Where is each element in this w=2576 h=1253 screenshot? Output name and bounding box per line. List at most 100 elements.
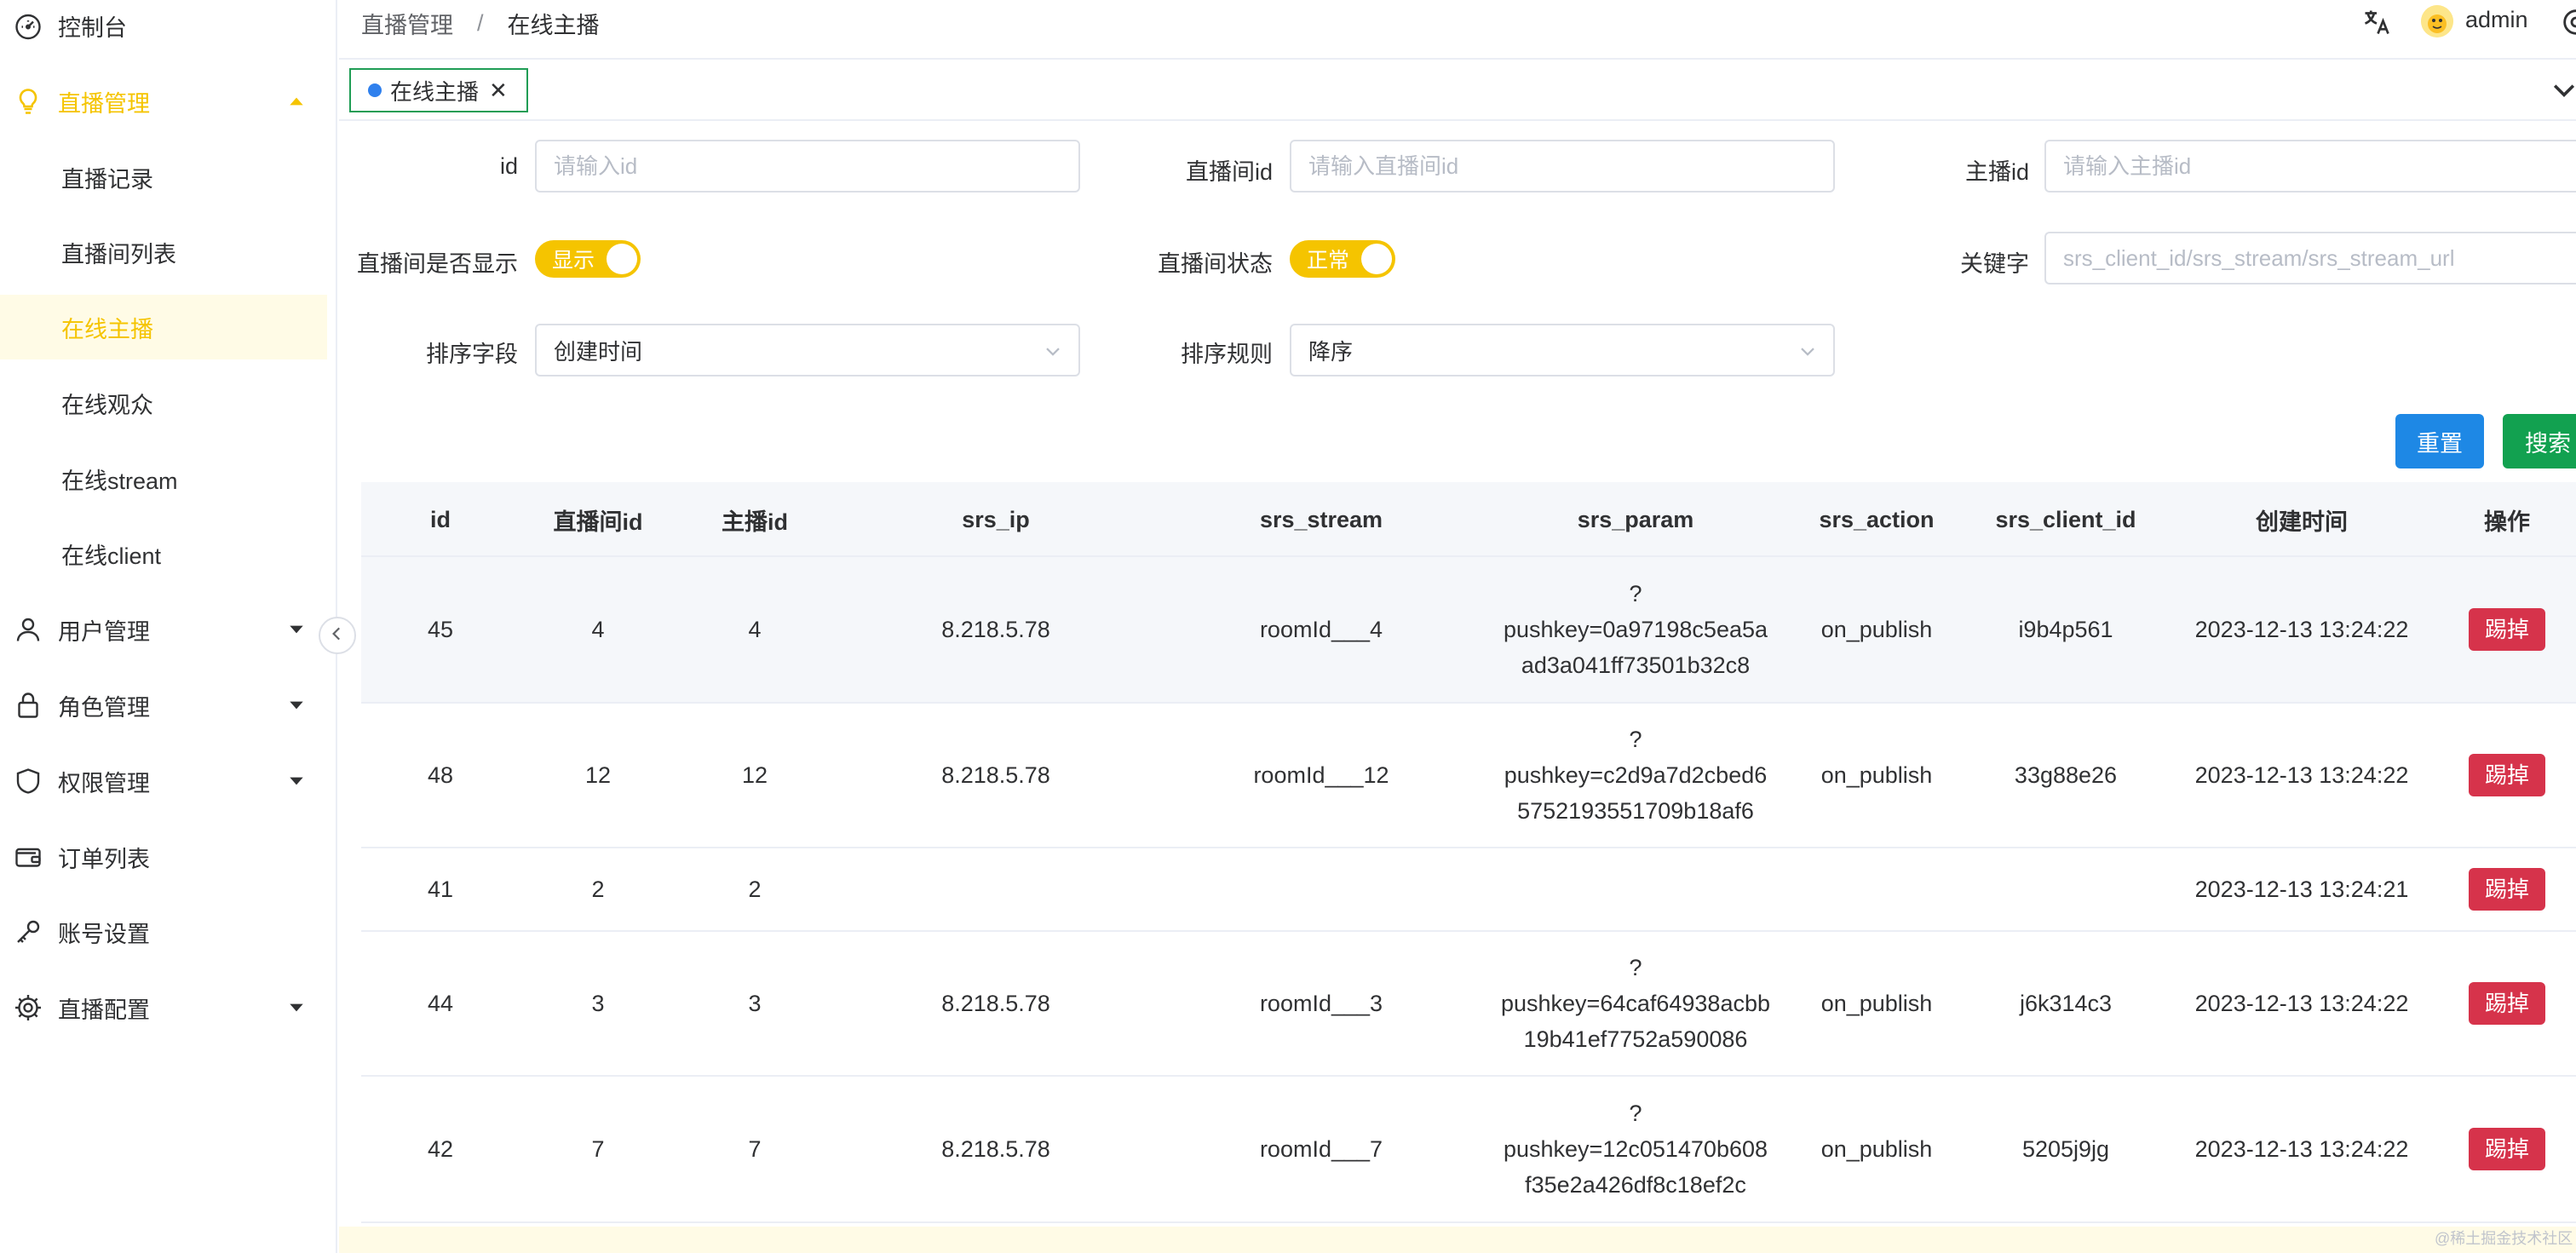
cell-srs-client-id [1966, 848, 2165, 930]
sidebar-item-user-management[interactable]: 用户管理 [0, 597, 327, 662]
cell-anchor-id: 4 [748, 617, 762, 642]
cell-room-id: 7 [591, 1136, 605, 1162]
param-line: ad3a041ff73501b32c8 [1521, 652, 1751, 678]
cell-anchor-id: 2 [748, 877, 762, 902]
anchor-id-label: 主播id [1964, 159, 2029, 185]
breadcrumb-parent[interactable]: 直播管理 [361, 7, 453, 40]
cell-srs-action: on_publish [1820, 762, 1933, 788]
sidebar-item-label: 控制台 [58, 14, 127, 41]
table-row: 48 12 12 8.218.5.78 roomId___12 ? pushke… [361, 704, 2576, 848]
cell-created-time: 2023-12-13 13:24:21 [2194, 877, 2409, 902]
sidebar-subitem-room-list[interactable]: 直播间列表 [0, 220, 327, 285]
keyword-label: 关键字 [1960, 251, 2029, 277]
param-line: pushkey=12c051470b608 [1503, 1136, 1768, 1162]
cell-srs-ip [833, 848, 1159, 930]
column-header: srs_action [1819, 506, 1935, 532]
sidebar-item-account-settings[interactable]: 账号设置 [0, 900, 327, 964]
table-header: id 直播间id 主播id srs_ip srs_stream srs_para… [361, 482, 2576, 557]
tags-bar: 在线主播 ✕ [339, 60, 2576, 121]
key-icon [12, 916, 44, 948]
sidebar-collapse-button[interactable] [319, 617, 356, 654]
sort-rule-value: 降序 [1308, 338, 1354, 365]
cell-anchor-id: 3 [748, 991, 762, 1016]
avatar[interactable] [2421, 5, 2453, 37]
sidebar-item-permission-management[interactable]: 权限管理 [0, 749, 327, 813]
switch-knob [607, 244, 637, 274]
cell-srs-param: ? pushkey=0a97198c5ea5a ad3a041ff73501b3… [1484, 557, 1787, 702]
room-visible-switch[interactable]: 显示 [535, 240, 641, 278]
tag-online-anchors[interactable]: 在线主播 ✕ [349, 68, 528, 112]
close-icon[interactable]: ✕ [489, 78, 508, 104]
room-id-input[interactable] [1290, 140, 1835, 193]
sort-field-select[interactable]: 创建时间 [535, 324, 1080, 376]
cell-id: 41 [427, 877, 454, 902]
cell-created-time: 2023-12-13 13:24:22 [2194, 991, 2409, 1016]
sidebar-subitem-label: 直播间列表 [61, 241, 176, 267]
cell-srs-client-id: 5205j9jg [2021, 1136, 2110, 1162]
cell-srs-stream: roomId___4 [1259, 617, 1383, 642]
sort-field-label: 排序字段 [426, 342, 518, 367]
cell-srs-client-id: i9b4p561 [2018, 617, 2113, 642]
cell-room-id: 3 [591, 991, 605, 1016]
sidebar-subitem-label: 在线主播 [61, 316, 153, 342]
sidebar-subitem-online-stream[interactable]: 在线stream [0, 446, 327, 511]
cell-actions: 踢掉 [2438, 932, 2576, 1075]
cell-srs-action [1787, 848, 1966, 930]
cell-srs-ip: 8.218.5.78 [941, 1136, 1050, 1162]
sidebar-item-dashboard[interactable]: 控制台 [0, 0, 327, 58]
sidebar-subitem-label: 在线stream [61, 468, 178, 494]
chevron-down-icon[interactable] [2549, 75, 2576, 106]
chevron-left-icon [328, 623, 347, 649]
lock-icon [12, 689, 44, 721]
cell-created-time: 2023-12-13 13:24:22 [2194, 617, 2409, 642]
cell-srs-client-id: j6k314c3 [2019, 991, 2113, 1016]
cell-srs-stream: roomId___12 [1253, 762, 1389, 788]
switch-knob [1361, 244, 1392, 274]
sidebar-subitem-online-viewers[interactable]: 在线观众 [0, 371, 327, 435]
chevron-down-icon [1041, 339, 1065, 363]
column-header: 主播id [722, 509, 788, 535]
sidebar-item-role-management[interactable]: 角色管理 [0, 673, 327, 738]
search-button[interactable]: 搜索 [2503, 414, 2576, 468]
param-line: ? [1629, 581, 1642, 606]
username[interactable]: admin [2465, 7, 2528, 33]
room-status-label: 直播间状态 [1158, 251, 1273, 277]
settings-gear-icon[interactable] [2559, 5, 2576, 39]
reset-button[interactable]: 重置 [2395, 414, 2484, 468]
gear-icon [12, 991, 44, 1024]
sidebar-item-live-management[interactable]: 直播管理 [0, 69, 327, 134]
sidebar-item-label: 用户管理 [58, 618, 150, 645]
kick-button[interactable]: 踢掉 [2469, 982, 2545, 1025]
switch-text: 正常 [1307, 249, 1350, 273]
sort-rule-select[interactable]: 降序 [1290, 324, 1835, 376]
sidebar-item-label: 账号设置 [58, 921, 150, 947]
kick-button[interactable]: 踢掉 [2469, 1128, 2545, 1170]
cell-srs-ip: 8.218.5.78 [941, 617, 1050, 642]
kick-button[interactable]: 踢掉 [2469, 754, 2545, 796]
param-line: pushkey=0a97198c5ea5a [1503, 617, 1768, 642]
param-line: pushkey=c2d9a7d2cbed6 [1504, 762, 1768, 788]
param-line: pushkey=64caf64938acbb [1500, 991, 1770, 1016]
sidebar-subitem-online-client[interactable]: 在线client [0, 521, 327, 586]
sidebar-item-live-config[interactable]: 直播配置 [0, 975, 327, 1040]
cell-srs-client-id: 33g88e26 [2014, 762, 2118, 788]
keyword-input[interactable] [2044, 232, 2576, 285]
id-input[interactable] [535, 140, 1080, 193]
translate-icon[interactable] [2360, 5, 2394, 39]
sidebar-item-orders[interactable]: 订单列表 [0, 825, 327, 889]
cell-srs-param [1484, 848, 1787, 930]
cell-created-time: 2023-12-13 13:24:22 [2194, 762, 2409, 788]
chevron-down-icon [285, 769, 308, 793]
chevron-down-icon [285, 693, 308, 717]
anchor-id-input[interactable] [2044, 140, 2576, 193]
kick-button[interactable]: 踢掉 [2469, 868, 2545, 911]
footer-strip [339, 1227, 2576, 1253]
cell-srs-action: on_publish [1820, 1136, 1933, 1162]
column-header: srs_ip [962, 506, 1030, 532]
sidebar-subitem-online-anchors[interactable]: 在线主播 [0, 295, 327, 359]
param-line: ? [1629, 955, 1642, 980]
cell-srs-param: ? pushkey=c2d9a7d2cbed6 5752193551709b18… [1484, 704, 1787, 847]
room-status-switch[interactable]: 正常 [1290, 240, 1395, 278]
kick-button[interactable]: 踢掉 [2469, 608, 2545, 651]
sidebar-subitem-live-records[interactable]: 直播记录 [0, 145, 327, 210]
